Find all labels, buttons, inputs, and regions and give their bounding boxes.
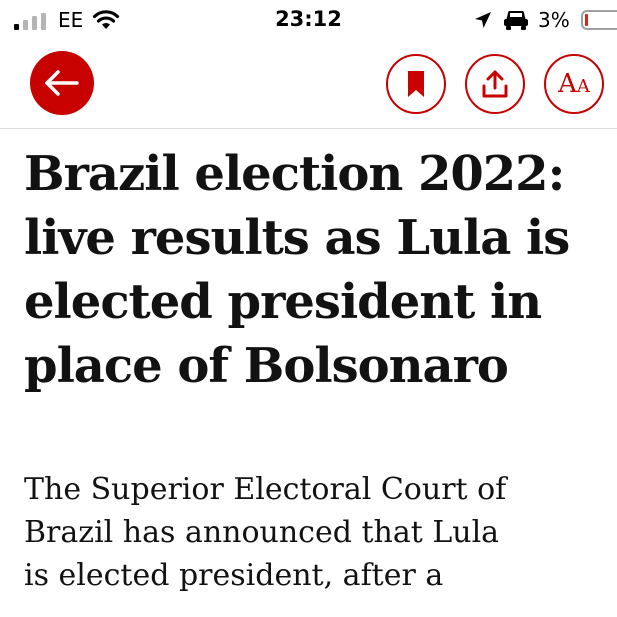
article-toolbar: AA [0, 46, 617, 129]
share-icon [482, 70, 508, 98]
text-size-icon: AA [558, 71, 590, 97]
back-arrow-icon [45, 70, 79, 96]
text-size-glyph-large: A [558, 69, 577, 99]
back-button[interactable] [30, 51, 94, 115]
text-size-button[interactable]: AA [544, 54, 604, 114]
battery-percentage: 3% [538, 8, 570, 32]
article-headline: Brazil election 2022: live results as Lu… [24, 146, 570, 394]
share-button[interactable] [465, 54, 525, 114]
car-icon [504, 11, 528, 30]
location-arrow-icon [475, 12, 491, 28]
bookmark-icon [408, 71, 424, 97]
bookmark-button[interactable] [386, 54, 446, 114]
text-size-glyph-small: A [576, 76, 590, 97]
article-standfirst: The Superior Electoral Court of Brazil h… [24, 472, 507, 593]
status-bar: EE 23:12 3% [0, 0, 617, 40]
battery-icon [581, 10, 617, 30]
